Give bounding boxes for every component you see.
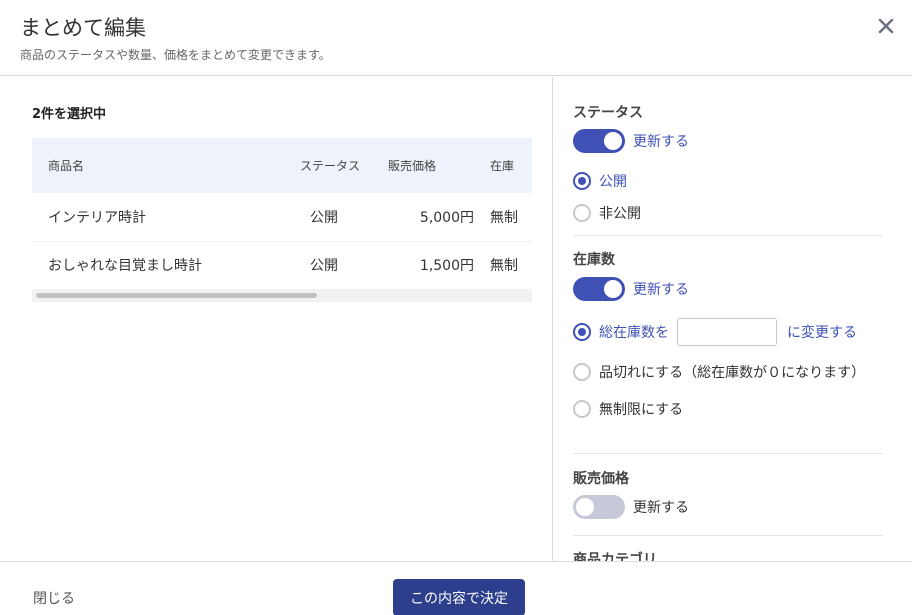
table-row: おしゃれな目覚まし時計 公開 1,500円 無制 xyxy=(32,241,532,289)
product-stock: 無制 xyxy=(490,258,518,274)
column-header-name: 商品名 xyxy=(48,159,85,173)
submit-button[interactable]: この内容で決定 xyxy=(393,579,525,615)
status-update-toggle[interactable]: 更新する xyxy=(573,129,689,153)
status-option-private[interactable]: 非公開 xyxy=(573,202,641,224)
close-button[interactable]: 閉じる xyxy=(33,588,75,608)
edit-options-panel: ステータス 更新する 公開 非公開 在庫数 更新する 総在庫数を に変更する 品… xyxy=(553,77,912,561)
dialog-header: まとめて編集 商品のステータスや数量、価格をまとめて変更できます。 xyxy=(0,0,912,76)
column-header-price: 販売価格 xyxy=(388,159,437,173)
column-header-stock: 在庫 xyxy=(490,159,515,173)
radio-label: 品切れにする（総在庫数が０になります） xyxy=(599,365,866,381)
radio-label: 無制限にする xyxy=(599,402,684,418)
dialog-footer: 閉じる この内容で決定 xyxy=(0,561,912,615)
table-row: インテリア時計 公開 5,000円 無制 xyxy=(32,193,532,241)
radio-button-checked[interactable] xyxy=(573,323,591,341)
product-status: 公開 xyxy=(310,209,338,226)
dialog-subtitle: 商品のステータスや数量、価格をまとめて変更できます。 xyxy=(20,48,331,62)
price-update-toggle[interactable]: 更新する xyxy=(573,495,689,519)
horizontal-scrollbar[interactable] xyxy=(32,289,532,302)
stock-option-total[interactable]: 総在庫数を に変更する xyxy=(573,318,857,346)
radio-button[interactable] xyxy=(573,363,591,381)
radio-label: 総在庫数を xyxy=(599,325,669,341)
toggle-label: 更新する xyxy=(633,134,689,150)
column-header-status: ステータス xyxy=(300,159,361,173)
products-table-wrapper: 商品名 ステータス 販売価格 在庫 インテリア時計 公開 5,000円 無制 お… xyxy=(32,138,532,302)
toggle-knob xyxy=(604,280,622,298)
product-name: おしゃれな目覚まし時計 xyxy=(48,258,202,274)
radio-label: 非公開 xyxy=(599,206,641,222)
toggle-switch[interactable] xyxy=(573,277,625,301)
section-divider xyxy=(573,535,883,536)
products-table: 商品名 ステータス 販売価格 在庫 インテリア時計 公開 5,000円 無制 お… xyxy=(32,138,532,290)
radio-button[interactable] xyxy=(573,204,591,222)
selected-products-panel: 2件を選択中 商品名 ステータス 販売価格 在庫 インテリア時計 公開 5,00… xyxy=(0,77,552,561)
stock-update-toggle[interactable]: 更新する xyxy=(573,277,689,301)
toggle-label: 更新する xyxy=(633,282,689,298)
toggle-label: 更新する xyxy=(633,500,689,516)
scrollbar-thumb[interactable] xyxy=(36,293,317,298)
product-price: 5,000円 xyxy=(419,209,474,226)
toggle-knob xyxy=(604,132,622,150)
close-icon[interactable] xyxy=(874,14,898,38)
radio-button-checked[interactable] xyxy=(573,172,591,190)
status-section-title: ステータス xyxy=(573,105,643,121)
stock-option-unlimited[interactable]: 無制限にする xyxy=(573,398,683,420)
toggle-knob xyxy=(576,498,594,516)
radio-button[interactable] xyxy=(573,400,591,418)
section-divider xyxy=(573,453,883,454)
section-divider xyxy=(573,235,883,236)
selected-count: 2件を選択中 xyxy=(32,107,107,122)
stock-section-title: 在庫数 xyxy=(573,252,615,268)
product-price: 1,500円 xyxy=(419,258,474,274)
status-option-public[interactable]: 公開 xyxy=(573,170,627,192)
table-header-row: 商品名 ステータス 販売価格 在庫 xyxy=(32,138,532,193)
toggle-switch[interactable] xyxy=(573,495,625,519)
product-stock: 無制 xyxy=(490,209,518,226)
product-status: 公開 xyxy=(310,258,338,274)
stock-option-soldout[interactable]: 品切れにする（総在庫数が０になります） xyxy=(573,361,865,383)
category-section-title: 商品カテゴリ xyxy=(573,552,657,561)
dialog-title: まとめて編集 xyxy=(20,16,146,40)
total-stock-input[interactable] xyxy=(677,318,777,346)
product-name: インテリア時計 xyxy=(48,209,146,226)
toggle-switch[interactable] xyxy=(573,129,625,153)
radio-label-suffix: に変更する xyxy=(787,325,857,341)
radio-label: 公開 xyxy=(599,174,627,190)
price-section-title: 販売価格 xyxy=(573,471,629,487)
